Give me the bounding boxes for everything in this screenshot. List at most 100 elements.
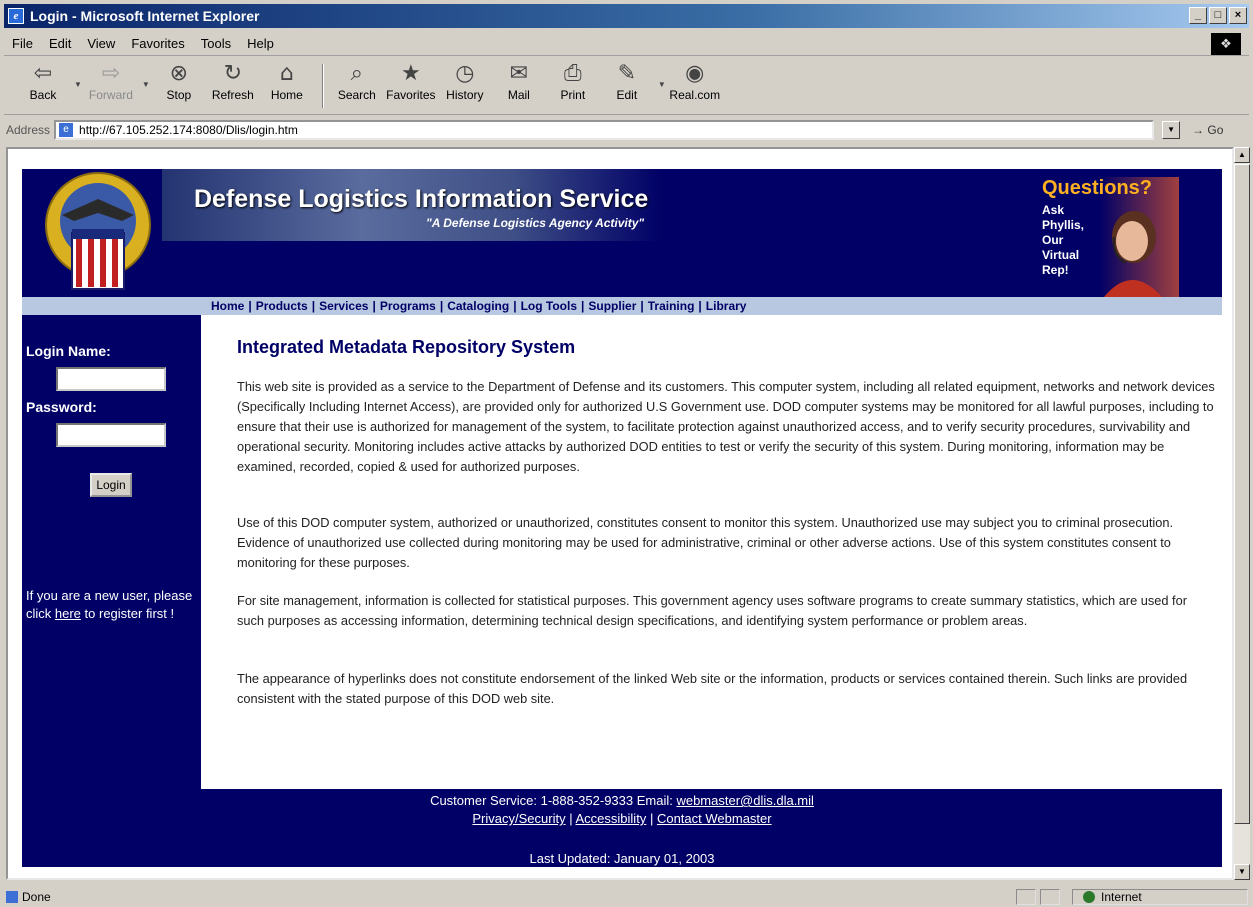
favorites-icon: ★ (400, 61, 421, 86)
forward-button[interactable]: ⇨ Forward (88, 60, 134, 102)
status-text: Done (22, 890, 51, 904)
nav-log-tools[interactable]: Log Tools (521, 299, 577, 313)
vertical-scrollbar[interactable]: ▲ ▼ (1234, 147, 1250, 880)
ask-line: Phyllis, (1042, 218, 1085, 232)
ask-phyllis-text: Ask Phyllis, Our Virtual Rep! (1042, 203, 1098, 278)
back-button[interactable]: ⇦ Back (20, 60, 66, 102)
scroll-thumb[interactable] (1234, 164, 1250, 824)
home-icon: ⌂ (279, 61, 294, 86)
privacy-security-link[interactable]: Privacy/Security (472, 811, 565, 826)
nav-home[interactable]: Home (211, 299, 244, 313)
back-dropdown-icon[interactable]: ▼ (74, 80, 82, 89)
go-label: Go (1207, 123, 1224, 137)
refresh-button[interactable]: ↻ Refresh (210, 60, 256, 102)
footer-separator: | (569, 811, 573, 826)
toolbar: ⇦ Back ▼ ⇨ Forward ▼ ⊗ Stop ↻ Refresh ⌂ … (4, 60, 1249, 115)
customer-service-line: Customer Service: 1-888-352-9333 Email: … (22, 793, 1222, 808)
nav-separator: | (248, 299, 252, 313)
nav-separator: | (311, 299, 316, 313)
ask-line: Our (1042, 233, 1064, 247)
window-title: Login - Microsoft Internet Explorer (30, 8, 260, 24)
search-label: Search (337, 88, 376, 102)
nav-library[interactable]: Library (706, 299, 747, 313)
footer-links: Privacy/Security | Accessibility | Conta… (22, 811, 1222, 826)
last-updated: Last Updated: January 01, 2003 (529, 851, 715, 866)
print-icon: ⎙ (564, 61, 582, 86)
forward-dropdown-icon[interactable]: ▼ (142, 80, 150, 89)
new-user-post: to register first ! (80, 606, 175, 621)
scroll-up-icon[interactable]: ▲ (1234, 147, 1250, 163)
top-navigation: Home | Products | Services | Programs | Cata… (22, 297, 1222, 315)
address-input[interactable]: e http://67.105.252.174:8080/Dlis/login.… (54, 120, 1155, 140)
menu-view[interactable]: View (79, 36, 123, 51)
login-button[interactable]: Login (90, 473, 132, 497)
accessibility-link[interactable]: Accessibility (576, 811, 647, 826)
ask-line: Ask (1042, 203, 1065, 217)
go-button[interactable]: → Go (1192, 123, 1223, 137)
mail-icon: ✉ (509, 61, 529, 86)
edit-label: Edit (616, 88, 638, 102)
search-button[interactable]: ⌕ Search (334, 60, 380, 102)
print-label: Print (560, 88, 586, 102)
maximize-button[interactable]: □ (1209, 7, 1227, 24)
mail-button[interactable]: ✉ Mail (496, 60, 542, 102)
menu-file[interactable]: File (4, 36, 41, 51)
nav-separator: | (698, 299, 702, 313)
password-label: Password: (26, 399, 97, 415)
nav-programs[interactable]: Programs (380, 299, 436, 313)
ie-icon: e (8, 8, 24, 24)
address-bar: Address e http://67.105.252.174:8080/Dli… (4, 118, 1249, 142)
edit-button[interactable]: ✎ Edit (604, 60, 650, 102)
print-button[interactable]: ⎙ Print (550, 60, 596, 102)
close-button[interactable]: × (1229, 7, 1247, 24)
internet-globe-icon (1083, 891, 1095, 903)
edit-dropdown-icon[interactable]: ▼ (658, 80, 666, 89)
title-bar: e Login - Microsoft Internet Explorer _ … (4, 4, 1249, 28)
register-here-link[interactable]: here (55, 606, 81, 621)
address-dropdown-icon[interactable]: ▼ (1162, 121, 1181, 139)
virtual-rep-promo[interactable]: Questions? Ask Phyllis, Our Virtual Rep! (1034, 177, 1179, 297)
browser-window: e Login - Microsoft Internet Explorer _ … (0, 0, 1253, 907)
hyperlinks-paragraph: The appearance of hyperlinks does not co… (237, 671, 1188, 706)
stop-icon: ⊗ (169, 61, 189, 86)
history-label: History (446, 88, 484, 102)
stop-button[interactable]: ⊗ Stop (156, 60, 202, 102)
menu-help[interactable]: Help (239, 36, 282, 51)
banner: Defense Logistics Information Service "A… (22, 169, 1222, 297)
contact-webmaster-link[interactable]: Contact Webmaster (657, 811, 772, 826)
login-name-input[interactable] (56, 367, 166, 391)
questions-heading: Questions? (1042, 177, 1153, 199)
page-done-icon (6, 891, 18, 903)
forward-label: Forward (88, 88, 133, 102)
menu-favorites[interactable]: Favorites (123, 36, 192, 51)
dlis-page: Defense Logistics Information Service "A… (22, 169, 1222, 867)
nav-cataloging[interactable]: Cataloging (447, 299, 509, 313)
nav-training[interactable]: Training (648, 299, 695, 313)
address-label: Address (6, 123, 51, 137)
page-viewport: Defense Logistics Information Service "A… (6, 147, 1234, 880)
menu-tools[interactable]: Tools (193, 36, 239, 51)
webmaster-email-link[interactable]: webmaster@dlis.dla.mil (676, 793, 813, 808)
ask-line: Virtual (1042, 248, 1080, 262)
nav-services[interactable]: Services (319, 299, 368, 313)
statistics-paragraph: For site management, information is coll… (237, 593, 1187, 628)
go-arrow-icon: → (1192, 123, 1208, 137)
status-bar: Done Internet (0, 887, 1253, 907)
scroll-down-icon[interactable]: ▼ (1234, 864, 1250, 880)
realcom-button[interactable]: ◉ Real.com (669, 60, 720, 102)
status-text-wrap: Done (6, 890, 51, 904)
customer-service-text: Customer Service: 1-888-352-9333 Email: (430, 793, 677, 808)
password-input[interactable] (56, 423, 166, 447)
nav-supplier[interactable]: Supplier (588, 299, 636, 313)
security-zone: Internet (1072, 889, 1248, 905)
nav-products[interactable]: Products (256, 299, 308, 313)
menu-edit[interactable]: Edit (41, 36, 79, 51)
favorites-button[interactable]: ★ Favorites (386, 60, 435, 102)
back-label: Back (29, 88, 57, 102)
home-button[interactable]: ⌂ Home (264, 60, 310, 102)
history-button[interactable]: ◷ History (442, 60, 488, 102)
toolbar-separator (321, 64, 324, 108)
minimize-button[interactable]: _ (1189, 7, 1207, 24)
page-title: Integrated Metadata Repository System (237, 337, 576, 357)
login-sidebar: Login Name: Password: Login If you are a… (22, 315, 201, 789)
